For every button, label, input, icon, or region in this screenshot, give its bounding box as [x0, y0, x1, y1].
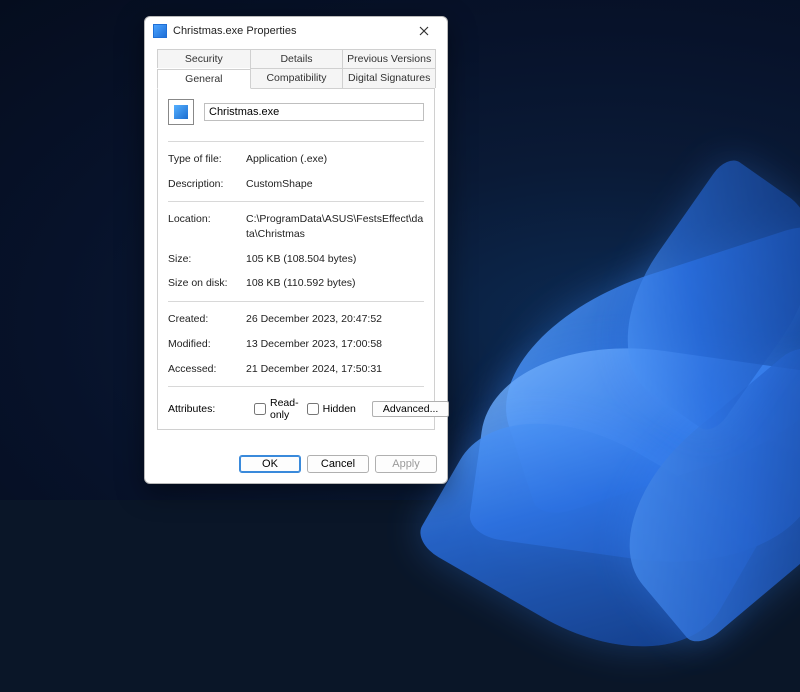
apply-button[interactable]: Apply	[375, 455, 437, 473]
close-button[interactable]	[407, 19, 441, 43]
properties-dialog: Christmas.exe Properties Security Detail…	[144, 16, 448, 484]
filename-input[interactable]	[204, 103, 424, 121]
description-value: CustomShape	[246, 177, 424, 192]
dialog-button-bar: OK Cancel Apply	[145, 447, 447, 483]
app-icon	[153, 24, 167, 38]
window-title: Christmas.exe Properties	[173, 25, 407, 37]
attributes-label: Attributes:	[168, 403, 246, 415]
cancel-button[interactable]: Cancel	[307, 455, 369, 473]
tab-digital-signatures[interactable]: Digital Signatures	[342, 68, 436, 88]
readonly-checkbox-label: Read-only	[270, 397, 299, 421]
location-value: C:\ProgramData\ASUS\FestsEffect\data\Chr…	[246, 212, 424, 241]
close-icon	[419, 26, 429, 36]
location-label: Location:	[168, 212, 246, 241]
tab-previous-versions[interactable]: Previous Versions	[342, 49, 436, 68]
tab-strip: Security Details Previous Versions Gener…	[151, 45, 441, 430]
readonly-checkbox[interactable]: Read-only	[254, 397, 299, 421]
type-of-file-value: Application (.exe)	[246, 152, 424, 167]
hidden-checkbox-input[interactable]	[307, 403, 319, 415]
tab-compatibility[interactable]: Compatibility	[250, 68, 344, 88]
description-label: Description:	[168, 177, 246, 192]
titlebar[interactable]: Christmas.exe Properties	[145, 17, 447, 45]
created-value: 26 December 2023, 20:47:52	[246, 312, 424, 327]
ok-button[interactable]: OK	[239, 455, 301, 473]
file-icon	[168, 99, 194, 125]
tab-security[interactable]: Security	[157, 49, 251, 68]
accessed-label: Accessed:	[168, 362, 246, 377]
readonly-checkbox-input[interactable]	[254, 403, 266, 415]
size-value: 105 KB (108.504 bytes)	[246, 252, 424, 267]
divider	[168, 201, 424, 202]
size-on-disk-label: Size on disk:	[168, 276, 246, 291]
divider	[168, 386, 424, 387]
hidden-checkbox-label: Hidden	[323, 403, 356, 415]
hidden-checkbox[interactable]: Hidden	[307, 403, 356, 415]
size-label: Size:	[168, 252, 246, 267]
modified-value: 13 December 2023, 17:00:58	[246, 337, 424, 352]
general-panel: Type of file: Application (.exe) Descrip…	[157, 88, 435, 430]
size-on-disk-value: 108 KB (110.592 bytes)	[246, 276, 424, 291]
advanced-button[interactable]: Advanced...	[372, 401, 449, 417]
accessed-value: 21 December 2024, 17:50:31	[246, 362, 424, 377]
divider	[168, 301, 424, 302]
modified-label: Modified:	[168, 337, 246, 352]
divider	[168, 141, 424, 142]
type-of-file-label: Type of file:	[168, 152, 246, 167]
tab-general[interactable]: General	[157, 69, 251, 89]
tab-details[interactable]: Details	[250, 49, 344, 68]
created-label: Created:	[168, 312, 246, 327]
